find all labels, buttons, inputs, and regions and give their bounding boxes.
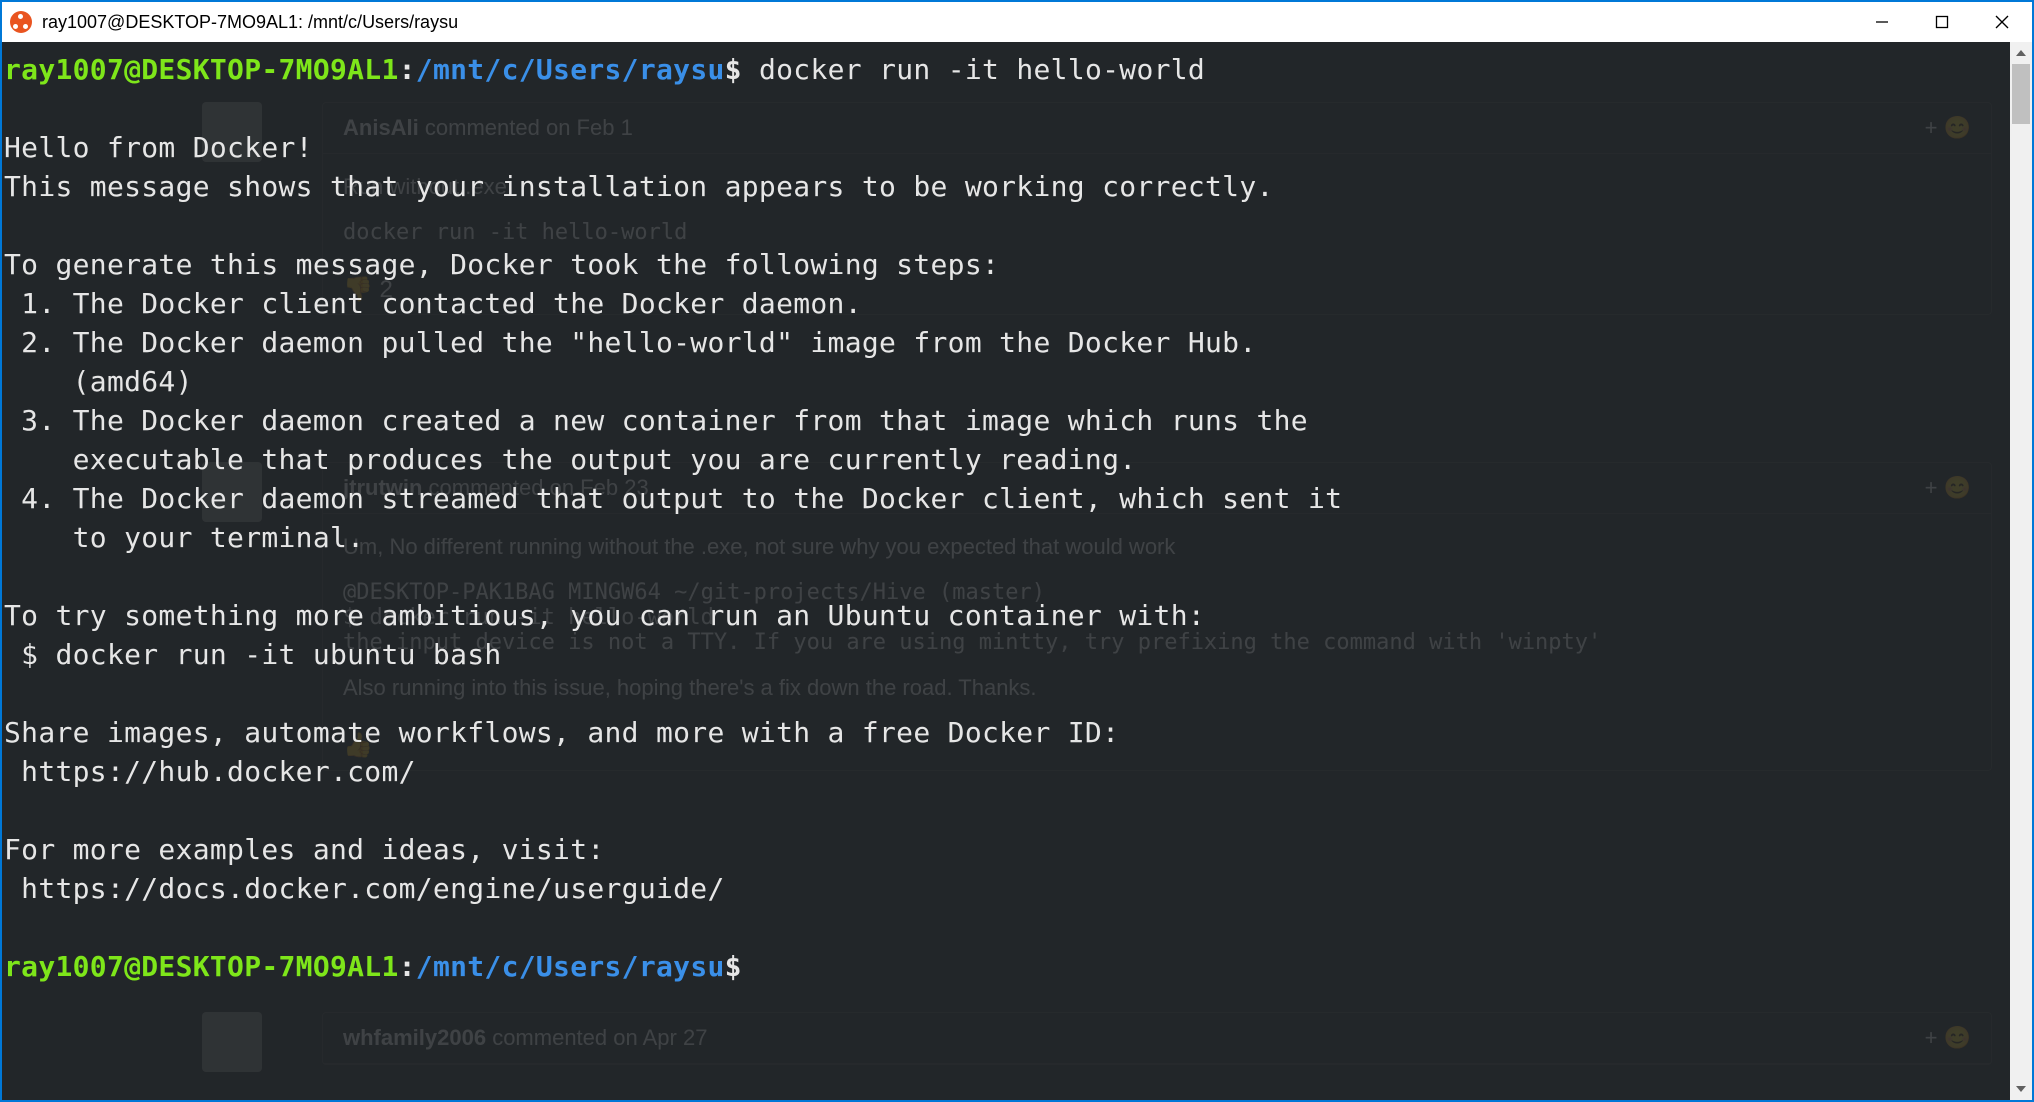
- maximize-button[interactable]: [1912, 2, 1972, 42]
- prompt-colon: :: [399, 950, 416, 983]
- prompt-path: /mnt/c/Users/raysu: [416, 53, 725, 86]
- window-controls: [1852, 2, 2032, 42]
- scroll-up-arrow[interactable]: [2010, 42, 2032, 64]
- prompt-dollar: $: [725, 53, 742, 86]
- prompt-user-host: ray1007@DESKTOP-7MO9AL1: [4, 53, 399, 86]
- command-output: Hello from Docker! This message shows th…: [4, 131, 1342, 905]
- terminal-container: AnisAli commented on Feb 1 + 😊 Run witho…: [2, 42, 2032, 1100]
- window-title: ray1007@DESKTOP-7MO9AL1: /mnt/c/Users/ra…: [42, 12, 1852, 33]
- terminal-output[interactable]: ray1007@DESKTOP-7MO9AL1:/mnt/c/Users/ray…: [2, 42, 2010, 1100]
- prompt-colon: :: [399, 53, 416, 86]
- ubuntu-icon: [10, 11, 32, 33]
- vertical-scrollbar[interactable]: [2010, 42, 2032, 1100]
- close-button[interactable]: [1972, 2, 2032, 42]
- terminal-window: ray1007@DESKTOP-7MO9AL1: /mnt/c/Users/ra…: [0, 0, 2034, 1102]
- scrollbar-thumb[interactable]: [2012, 64, 2030, 124]
- prompt-dollar: $: [725, 950, 742, 983]
- command-text: docker run -it hello-world: [759, 53, 1205, 86]
- prompt-user-host: ray1007@DESKTOP-7MO9AL1: [4, 950, 399, 983]
- titlebar[interactable]: ray1007@DESKTOP-7MO9AL1: /mnt/c/Users/ra…: [2, 2, 2032, 42]
- minimize-button[interactable]: [1852, 2, 1912, 42]
- scroll-down-arrow[interactable]: [2010, 1078, 2032, 1100]
- prompt-path: /mnt/c/Users/raysu: [416, 950, 725, 983]
